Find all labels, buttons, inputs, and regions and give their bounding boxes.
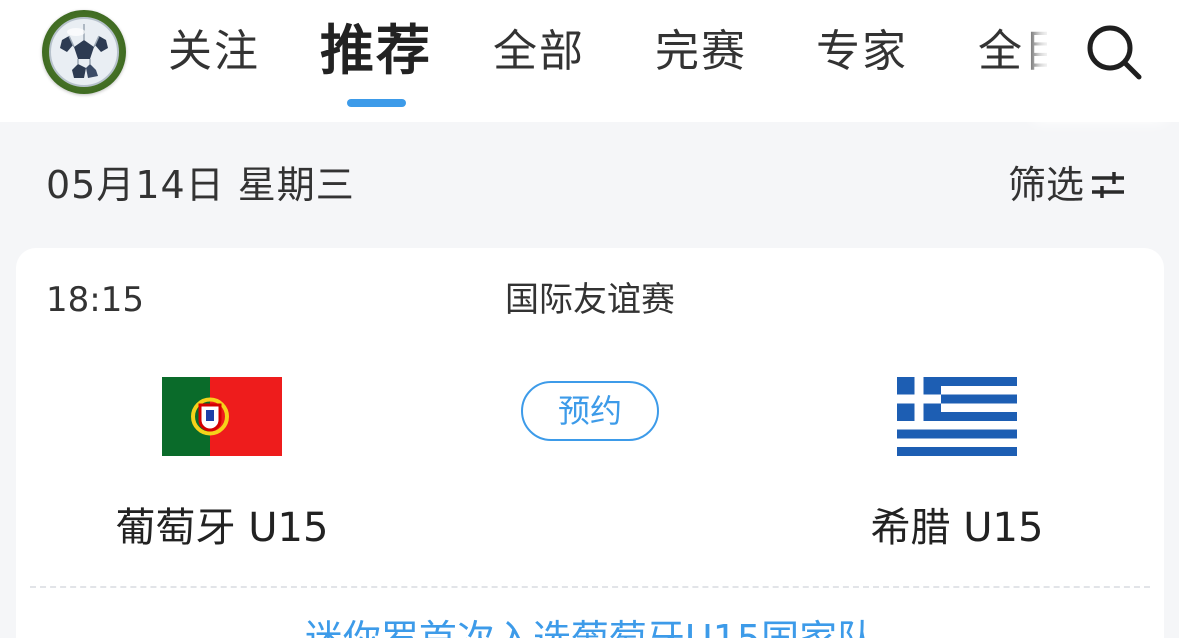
top-navigation-bar: 关注 推荐 全部 完赛 专家 全目 — [0, 0, 1179, 122]
filter-label: 筛选 — [1008, 163, 1085, 207]
date-filter-bar: 05月14日 星期三 筛选 — [0, 122, 1179, 248]
match-card[interactable]: 18:15 国际友谊赛 预约 葡萄牙 U15 希腊 U15 迷你罗首次入选葡萄牙… — [16, 248, 1164, 638]
search-icon[interactable] — [1084, 22, 1144, 82]
current-date[interactable]: 05月14日 星期三 — [46, 160, 355, 210]
category-tabs: 关注 推荐 全部 完赛 专家 全目 — [0, 0, 1179, 122]
news-headline-link[interactable]: 迷你罗首次入选葡萄牙U15国家队 — [16, 614, 1164, 638]
tab-follow[interactable]: 关注 — [168, 22, 260, 82]
tab-recommended[interactable]: 推荐 — [320, 18, 432, 84]
greece-flag-icon — [897, 377, 1017, 456]
tab-experts[interactable]: 专家 — [816, 22, 908, 82]
away-team-name: 希腊 U15 — [870, 505, 1044, 551]
tab-all[interactable]: 全部 — [493, 22, 585, 82]
tab-finished[interactable]: 完赛 — [655, 22, 747, 82]
home-team-name: 葡萄牙 U15 — [115, 505, 329, 551]
league-name: 国际友谊赛 — [505, 280, 675, 320]
active-tab-indicator — [347, 99, 406, 107]
dashed-divider — [30, 586, 1150, 588]
filter-button[interactable]: 筛选 — [1008, 160, 1126, 210]
sliders-icon — [1092, 172, 1125, 198]
reserve-button[interactable]: 预约 — [521, 381, 659, 441]
portugal-flag-icon — [162, 377, 282, 456]
